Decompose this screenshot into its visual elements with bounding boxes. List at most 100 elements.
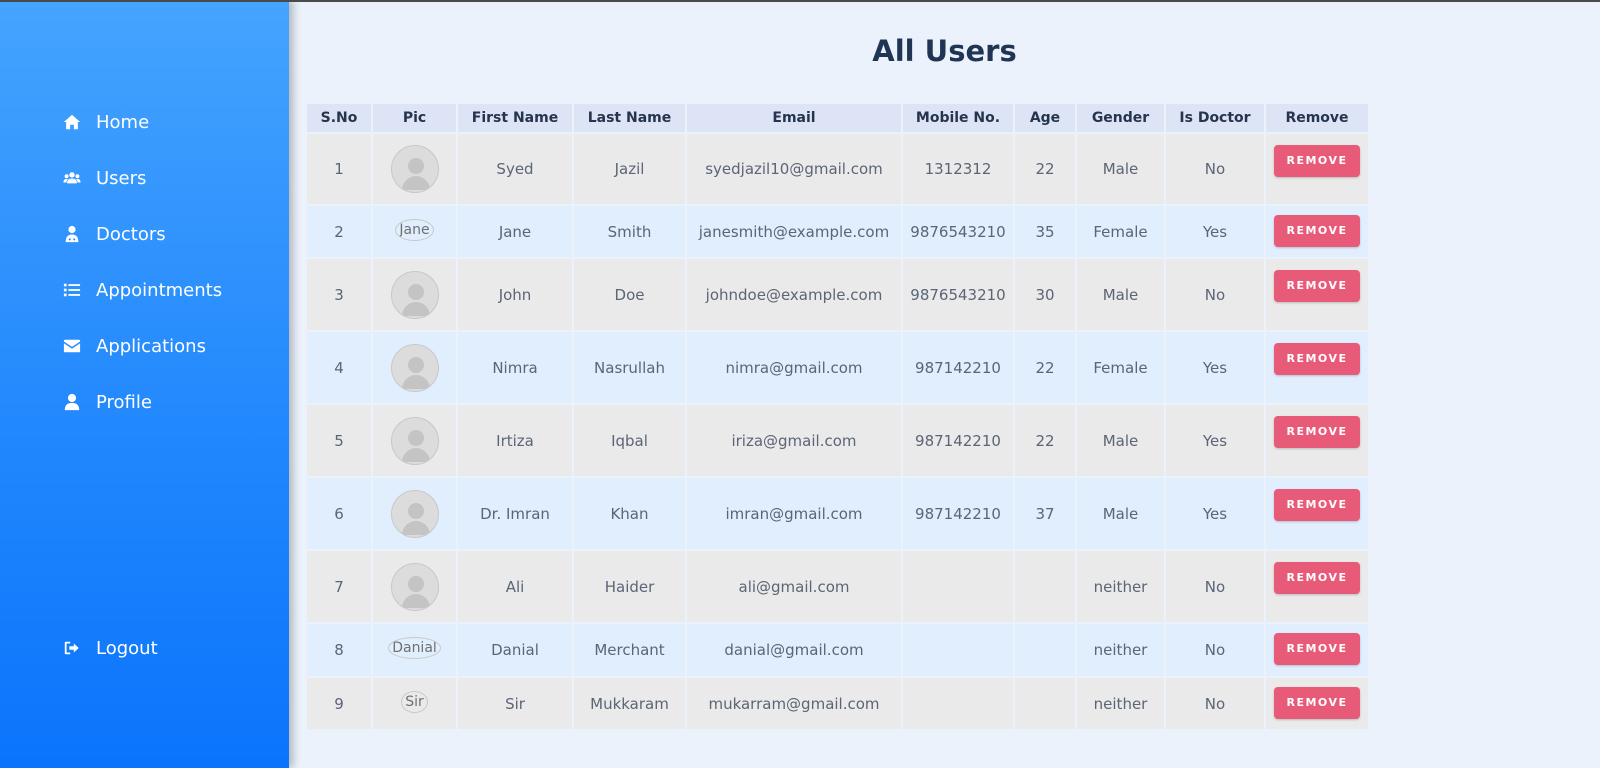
cell-email: janesmith@example.com: [685, 204, 903, 259]
cell-last-name: Jazil: [572, 132, 687, 206]
cell-age: 30: [1013, 257, 1077, 332]
cell-email: syedjazil10@gmail.com: [685, 132, 903, 206]
logout-button[interactable]: Logout: [62, 633, 158, 663]
sidebar-item-appointments[interactable]: Appointments: [62, 275, 222, 305]
table-row: 6 Dr. Imran Khan imran@gmail.com 987142210 37…: [305, 476, 1370, 551]
cell-pic: Danial: [371, 622, 458, 678]
cell-gender: neither: [1075, 549, 1166, 624]
cell-last-name: Mukkaram: [572, 676, 687, 731]
column-header-last-name: Last Name: [572, 102, 687, 134]
cell-is-doctor: Yes: [1164, 204, 1266, 259]
table-row: 1 Syed Jazil syedjazil10@gmail.com 1312312 22…: [305, 132, 1370, 206]
cell-sno: 7: [305, 549, 373, 624]
column-header-age: Age: [1013, 102, 1077, 134]
sidebar-item-label: Applications: [96, 335, 206, 357]
cell-is-doctor: No: [1164, 622, 1266, 678]
cell-gender: neither: [1075, 622, 1166, 678]
remove-button[interactable]: REMOVE: [1274, 215, 1360, 247]
cell-email: nimra@gmail.com: [685, 330, 903, 405]
cell-email: iriza@gmail.com: [685, 403, 903, 478]
sidebar-item-doctors[interactable]: Doctors: [62, 219, 166, 249]
remove-button[interactable]: REMOVE: [1274, 416, 1360, 448]
cell-mobile: 9876543210: [901, 204, 1015, 259]
remove-button[interactable]: REMOVE: [1274, 489, 1360, 521]
cell-first-name: Nimra: [456, 330, 574, 405]
cell-first-name: Sir: [456, 676, 574, 731]
sidebar-item-applications[interactable]: Applications: [62, 331, 206, 361]
cell-pic: [371, 257, 458, 332]
default-avatar-icon: [390, 416, 439, 465]
column-header-sno: S.No: [305, 102, 373, 134]
default-avatar-icon: [390, 562, 439, 611]
cell-first-name: Dr. Imran: [456, 476, 574, 551]
cell-remove: REMOVE: [1264, 476, 1370, 551]
cell-mobile: 9876543210: [901, 257, 1015, 332]
cell-mobile: [901, 622, 1015, 678]
cell-pic: Jane: [371, 204, 458, 259]
broken-avatar-image: Sir: [401, 690, 428, 713]
sidebar-item-label: Home: [96, 111, 150, 133]
cell-age: 22: [1013, 403, 1077, 478]
envelope-icon: [62, 336, 82, 356]
cell-gender: Male: [1075, 403, 1166, 478]
cell-remove: REMOVE: [1264, 676, 1370, 731]
cell-sno: 5: [305, 403, 373, 478]
sidebar-item-label: Appointments: [96, 279, 223, 301]
cell-age: 37: [1013, 476, 1077, 551]
cell-remove: REMOVE: [1264, 132, 1370, 206]
cell-gender: Female: [1075, 330, 1166, 405]
column-header-mobile: Mobile No.: [901, 102, 1015, 134]
cell-last-name: Khan: [572, 476, 687, 551]
cell-sno: 8: [305, 622, 373, 678]
cell-gender: Female: [1075, 204, 1166, 259]
cell-sno: 1: [305, 132, 373, 206]
column-header-pic: Pic: [371, 102, 458, 134]
remove-button[interactable]: REMOVE: [1274, 270, 1360, 302]
sign-out-icon: [62, 638, 82, 658]
cell-first-name: John: [456, 257, 574, 332]
table-row: 3 John Doe johndoe@example.com 9876543210 30 M…: [305, 257, 1370, 332]
cell-is-doctor: Yes: [1164, 330, 1266, 405]
cell-mobile: 987142210: [901, 330, 1015, 405]
remove-button[interactable]: REMOVE: [1274, 633, 1360, 665]
cell-is-doctor: No: [1164, 257, 1266, 332]
remove-button[interactable]: REMOVE: [1274, 687, 1360, 719]
broken-avatar-image: Jane: [395, 218, 434, 241]
cell-remove: REMOVE: [1264, 403, 1370, 478]
column-header-gender: Gender: [1075, 102, 1166, 134]
cell-pic: Sir: [371, 676, 458, 731]
users-icon: [62, 168, 82, 188]
list-icon: [62, 280, 82, 300]
cell-pic: [371, 330, 458, 405]
cell-last-name: Merchant: [572, 622, 687, 678]
cell-last-name: Smith: [572, 204, 687, 259]
sidebar-item-home[interactable]: Home: [62, 107, 149, 137]
cell-email: johndoe@example.com: [685, 257, 903, 332]
table-row: 7 Ali Haider ali@gmail.com neither No REMOVE: [305, 549, 1370, 624]
remove-button[interactable]: REMOVE: [1274, 562, 1360, 594]
broken-avatar-image: Danial: [388, 637, 441, 659]
cell-mobile: 987142210: [901, 403, 1015, 478]
cell-remove: REMOVE: [1264, 330, 1370, 405]
cell-first-name: Irtiza: [456, 403, 574, 478]
cell-pic: [371, 132, 458, 206]
remove-button[interactable]: REMOVE: [1274, 343, 1360, 375]
cell-pic: [371, 403, 458, 478]
cell-first-name: Ali: [456, 549, 574, 624]
cell-age: 22: [1013, 132, 1077, 206]
cell-gender: neither: [1075, 676, 1166, 731]
default-avatar-icon: [390, 145, 439, 193]
cell-email: ali@gmail.com: [685, 549, 903, 624]
sidebar-item-users[interactable]: Users: [62, 163, 146, 193]
cell-pic: [371, 476, 458, 551]
cell-mobile: 1312312: [901, 132, 1015, 206]
default-avatar-icon: [390, 270, 439, 319]
user-icon: [62, 392, 82, 412]
cell-age: 22: [1013, 330, 1077, 405]
cell-sno: 2: [305, 204, 373, 259]
remove-button[interactable]: REMOVE: [1274, 145, 1360, 177]
cell-gender: Male: [1075, 132, 1166, 206]
table-row: 2 Jane Jane Smith janesmith@example.com 98765…: [305, 204, 1370, 259]
sidebar-item-profile[interactable]: Profile: [62, 387, 152, 417]
cell-remove: REMOVE: [1264, 257, 1370, 332]
